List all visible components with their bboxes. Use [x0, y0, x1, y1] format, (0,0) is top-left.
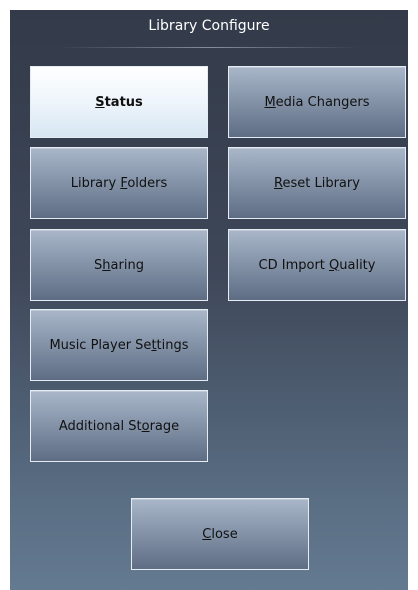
sharing-label: Sharing [94, 257, 144, 273]
library-configure-dialog: Library Configure Status Media Changers … [10, 10, 408, 590]
music-player-settings-button[interactable]: Music Player Settings [30, 309, 208, 381]
status-label: Status [95, 94, 143, 110]
cd-import-quality-button[interactable]: CD Import Quality [228, 229, 406, 301]
additional-storage-button[interactable]: Additional Storage [30, 390, 208, 462]
library-folders-button[interactable]: Library Folders [30, 147, 208, 219]
reset-library-label: Reset Library [274, 175, 360, 191]
dialog-title: Library Configure [148, 18, 270, 34]
close-label: Close [202, 526, 238, 542]
music-player-settings-label: Music Player Settings [49, 337, 189, 353]
status-button[interactable]: Status [30, 66, 208, 138]
cd-import-quality-label: CD Import Quality [258, 257, 376, 273]
close-button[interactable]: Close [131, 498, 309, 570]
media-changers-label: Media Changers [264, 94, 370, 110]
sharing-button[interactable]: Sharing [30, 229, 208, 301]
library-folders-label: Library Folders [70, 175, 168, 191]
additional-storage-label: Additional Storage [58, 418, 180, 434]
reset-library-button[interactable]: Reset Library [228, 147, 406, 219]
title-divider [58, 47, 360, 48]
media-changers-button[interactable]: Media Changers [228, 66, 406, 138]
